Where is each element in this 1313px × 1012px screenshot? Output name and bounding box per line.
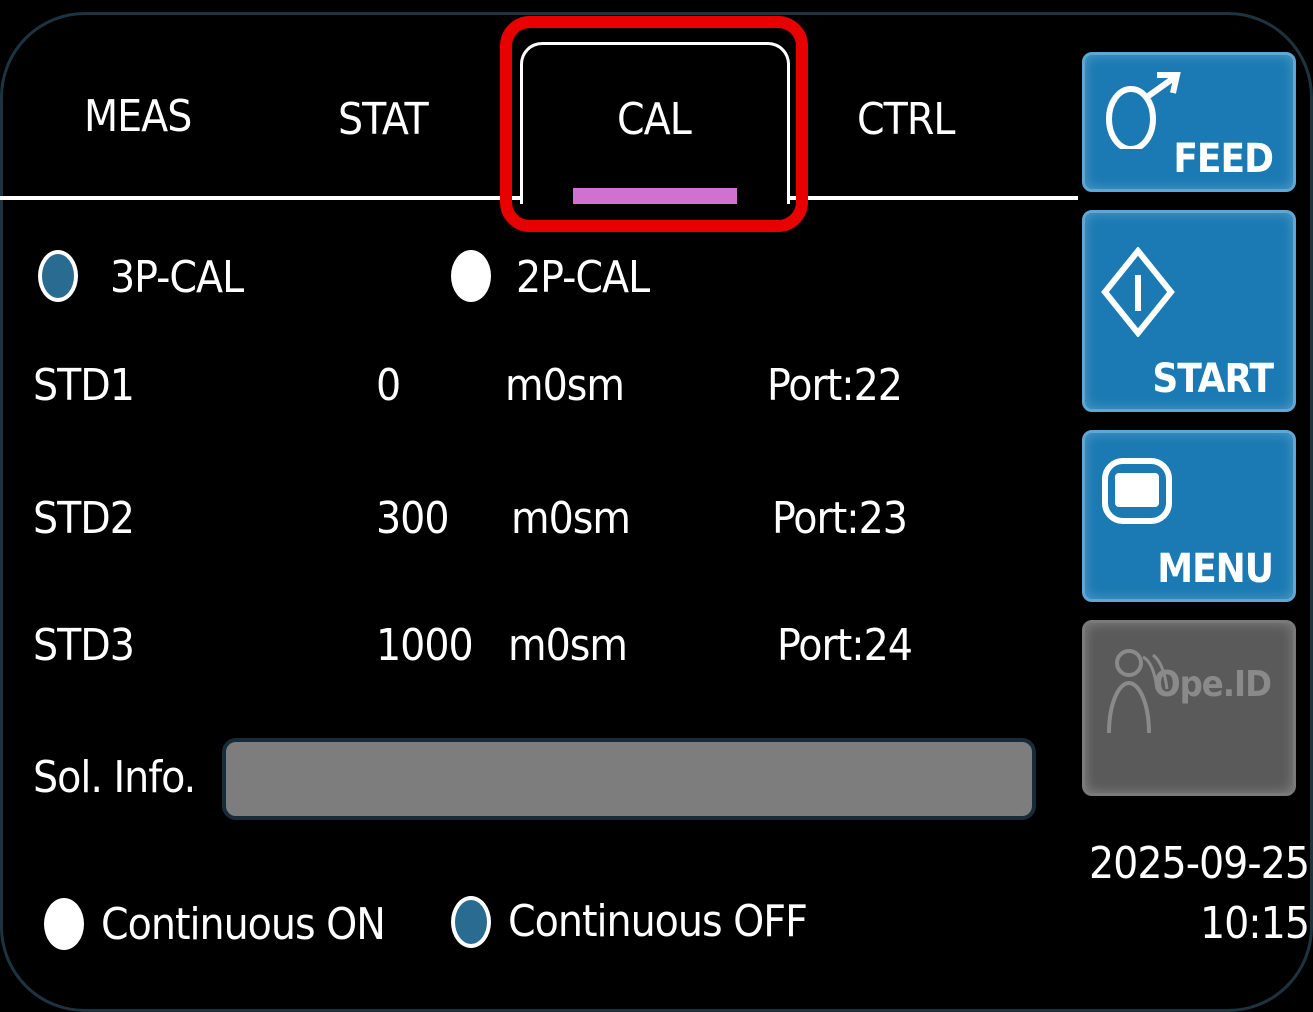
std2-name: STD2 — [33, 493, 135, 544]
std3-value[interactable]: 1000 — [376, 624, 474, 668]
menu-label: MENU — [1157, 546, 1274, 592]
std3-name: STD3 — [33, 620, 135, 671]
feed-label: FEED — [1173, 136, 1274, 182]
ope-id-button[interactable]: Ope.ID — [1082, 620, 1296, 796]
radio-3p-cal[interactable] — [38, 250, 78, 302]
std1-name: STD1 — [33, 360, 135, 411]
std1-unit: m0sm — [505, 360, 625, 411]
radio-2p-cal-label[interactable]: 2P-CAL — [516, 256, 650, 300]
menu-screen-icon — [1102, 458, 1172, 524]
feed-arrow-icon — [1106, 72, 1181, 149]
ope-id-label: Ope.ID — [1153, 664, 1272, 705]
status-date: 2025-09-25 — [1088, 838, 1310, 889]
radio-continuous-on-label[interactable]: Continuous ON — [101, 903, 386, 947]
tab-ctrl[interactable]: CTRL — [857, 98, 955, 142]
std3-port: Port:24 — [777, 620, 913, 671]
tab-meas[interactable]: MEAS — [84, 95, 192, 139]
std2-unit: m0sm — [511, 493, 631, 544]
start-diamond-icon — [1101, 247, 1175, 337]
start-label: START — [1152, 356, 1274, 402]
std1-value[interactable]: 0 — [376, 364, 401, 408]
radio-continuous-off-label[interactable]: Continuous OFF — [508, 900, 808, 944]
status-time: 10:15 — [1199, 898, 1310, 949]
radio-continuous-on[interactable] — [44, 898, 84, 950]
std3-unit: m0sm — [508, 620, 628, 671]
feed-button[interactable]: FEED — [1082, 52, 1296, 192]
highlight-box — [500, 16, 808, 232]
std2-value[interactable]: 300 — [376, 497, 450, 541]
radio-3p-cal-label[interactable]: 3P-CAL — [110, 256, 244, 300]
radio-2p-cal[interactable] — [451, 250, 491, 302]
sol-info-label: Sol. Info. — [33, 752, 196, 803]
std1-port: Port:22 — [767, 360, 903, 411]
start-button[interactable]: START — [1082, 210, 1296, 412]
tab-stat[interactable]: STAT — [338, 98, 429, 142]
sol-info-field[interactable] — [222, 738, 1036, 820]
menu-button[interactable]: MENU — [1082, 430, 1296, 602]
std2-port: Port:23 — [772, 493, 908, 544]
radio-continuous-off[interactable] — [451, 896, 491, 948]
